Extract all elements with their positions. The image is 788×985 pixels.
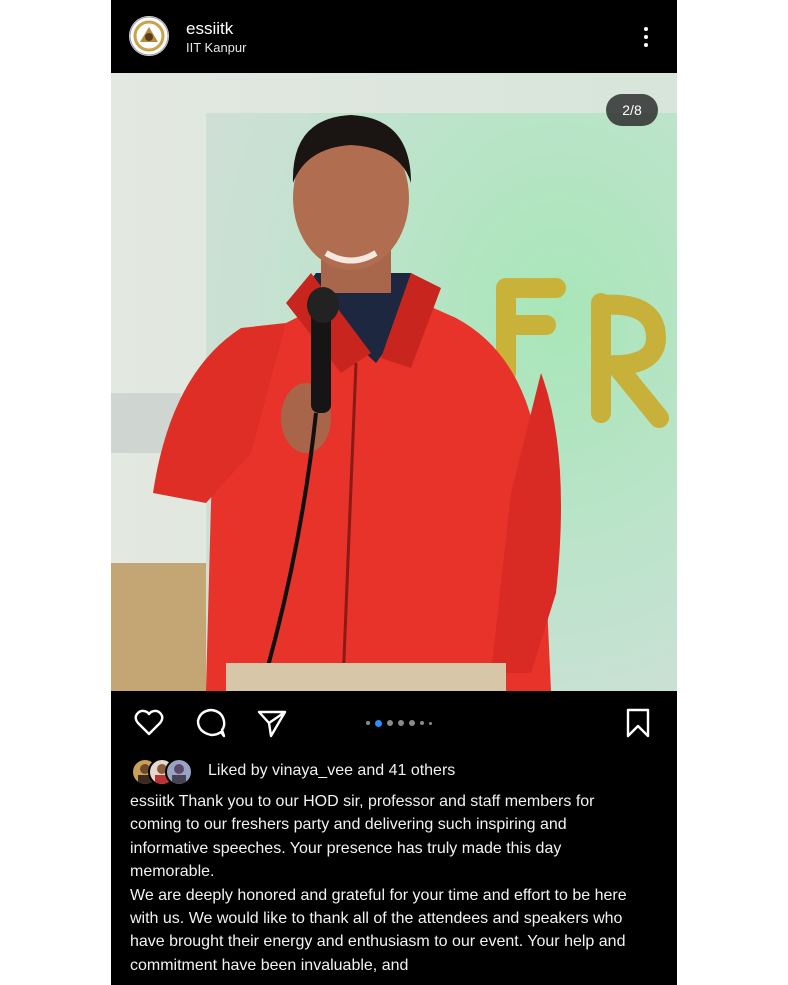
post-caption: essiitk Thank you to our HOD sir, profes…	[130, 790, 645, 977]
post-location[interactable]: IIT Kanpur	[186, 40, 246, 55]
carousel-dot	[429, 721, 432, 725]
liked-by-text[interactable]: Liked by vinaya_vee and 41 others	[208, 762, 455, 780]
caption-text: Thank you to our HOD sir, professor and …	[130, 793, 595, 881]
slide-counter: 2/8	[606, 94, 658, 126]
caption-text-continued: We are deeply honored and grateful for y…	[130, 886, 627, 974]
likes-row[interactable]: Liked by vinaya_vee and 41 others	[131, 758, 651, 786]
post-image[interactable]: 2/8	[111, 73, 677, 691]
post-actions	[111, 691, 677, 755]
caption-username[interactable]: essiitk	[130, 793, 174, 810]
liker-avatar	[165, 758, 193, 786]
more-vertical-icon[interactable]	[631, 22, 661, 52]
speaker-photo	[111, 73, 677, 691]
heart-icon[interactable]	[133, 707, 165, 739]
carousel-dot	[398, 720, 404, 726]
profile-avatar[interactable]	[129, 16, 169, 56]
instagram-post: essiitk IIT Kanpur 2/8 Liked by vinaya_v…	[111, 0, 677, 985]
carousel-dot	[366, 721, 370, 725]
post-username[interactable]: essiitk	[186, 19, 233, 39]
carousel-indicator	[366, 719, 432, 727]
carousel-dot	[387, 720, 393, 726]
carousel-dot	[409, 720, 415, 726]
carousel-dot-active	[375, 719, 382, 727]
send-icon[interactable]	[256, 707, 288, 739]
comment-icon[interactable]	[195, 707, 227, 739]
post-header: essiitk IIT Kanpur	[111, 0, 677, 73]
carousel-dot	[420, 721, 424, 725]
bookmark-icon[interactable]	[622, 707, 654, 739]
